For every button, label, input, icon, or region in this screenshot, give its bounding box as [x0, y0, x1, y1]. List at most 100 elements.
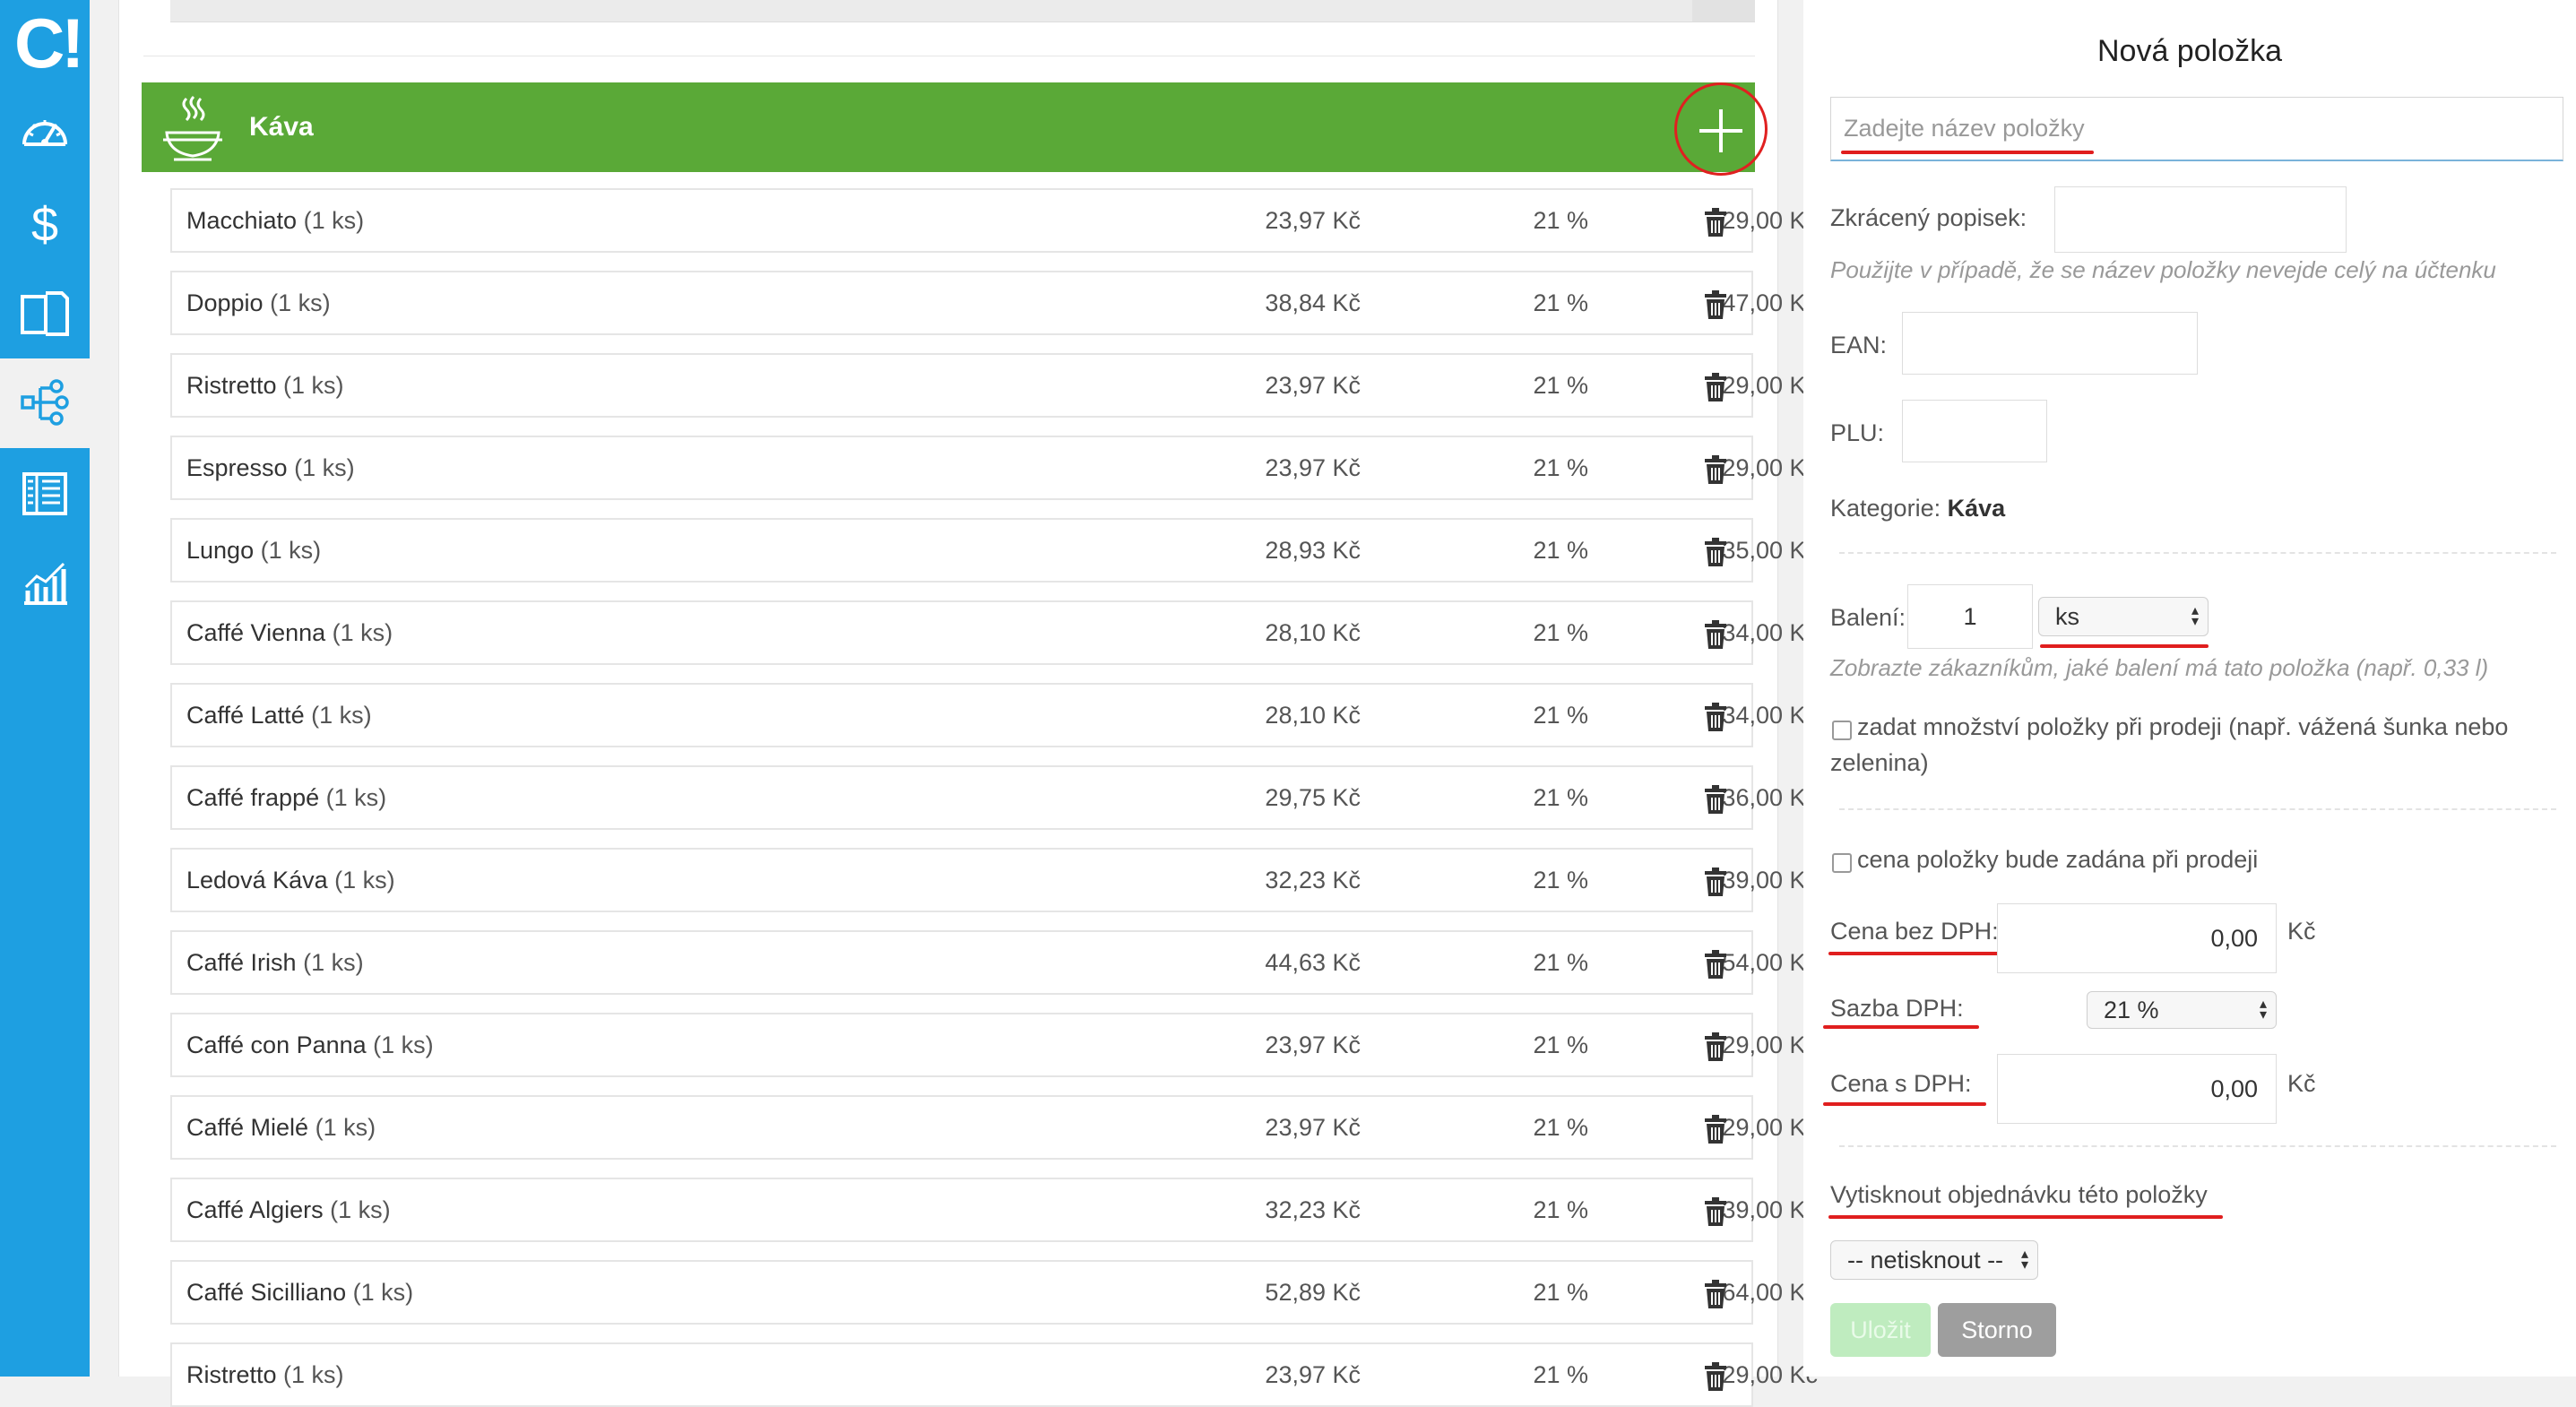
item-row[interactable]: Caffé Irish (1 ks) 44,63 Kč 21 % 54,00 Kč	[170, 930, 1818, 995]
short-description-input[interactable]	[2054, 186, 2347, 253]
app-logo[interactable]: C!	[14, 7, 84, 79]
trash-icon[interactable]	[1703, 1032, 1728, 1061]
plu-input[interactable]	[1902, 400, 2047, 462]
trash-icon[interactable]	[1703, 208, 1728, 237]
package-amount-input[interactable]	[1907, 584, 2033, 649]
annotation-circle	[1674, 82, 1768, 176]
item-row[interactable]: Ledová Káva (1 ks) 32,23 Kč 21 % 39,00 Kč	[170, 848, 1818, 912]
package-unit-select[interactable]: ks ▴ ▾	[2038, 597, 2209, 636]
annotation-underline	[1823, 1025, 1979, 1029]
price-at-sale-checkbox[interactable]	[1832, 853, 1852, 873]
item-row[interactable]: Caffé Algiers (1 ks) 32,23 Kč 21 % 39,00 Kč	[170, 1178, 1818, 1242]
select-arrows-icon: ▴ ▾	[2259, 997, 2267, 1023]
trash-icon[interactable]	[1703, 868, 1728, 896]
item-row[interactable]: Caffé frappé (1 ks) 29,75 Kč 21 % 36,00 Kč	[170, 765, 1818, 830]
previous-category-header[interactable]	[170, 0, 1755, 22]
item-vat-rate: 21 %	[1533, 867, 1588, 893]
item-name-text: Ledová Káva	[186, 867, 328, 893]
section-divider	[1839, 1145, 2556, 1147]
nav-dashboard[interactable]	[0, 90, 90, 179]
item-row[interactable]: Caffé Vienna (1 ks) 28,10 Kč 21 % 34,00 Kč	[170, 600, 1818, 665]
item-name-text: Macchiato	[186, 207, 298, 234]
trash-icon[interactable]	[1703, 373, 1728, 401]
trash-icon[interactable]	[1703, 703, 1728, 731]
select-arrows-icon: ▴ ▾	[2020, 1247, 2028, 1273]
enter-quantity-checkbox[interactable]	[1832, 721, 1852, 740]
item-vat-rate: 21 %	[1533, 1361, 1588, 1388]
statistics-icon	[24, 562, 67, 605]
item-price-with-vat: 29,00 Kč	[1722, 1032, 1818, 1058]
item-row[interactable]: Lungo (1 ks) 28,93 Kč 21 % 35,00 Kč	[170, 518, 1818, 583]
trash-icon[interactable]	[1703, 950, 1728, 979]
annotation-underline	[1828, 952, 2001, 955]
item-price-with-vat: 64,00 Kč	[1722, 1279, 1818, 1306]
item-price-with-vat: 34,00 Kč	[1722, 619, 1818, 646]
price-with-vat-input[interactable]	[1997, 1054, 2277, 1124]
trash-icon[interactable]	[1703, 1115, 1728, 1144]
price-without-vat-input[interactable]	[1997, 903, 2277, 973]
cancel-button[interactable]: Storno	[1938, 1303, 2056, 1357]
nav-categories[interactable]	[0, 358, 90, 448]
trash-icon[interactable]	[1703, 1197, 1728, 1226]
item-name-text: Ristretto	[186, 1361, 277, 1388]
item-row[interactable]: Macchiato (1 ks) 23,97 Kč 21 % 29,00 Kč	[170, 188, 1818, 253]
ean-input[interactable]	[1902, 312, 2198, 375]
nav-documents[interactable]	[0, 269, 90, 358]
item-row[interactable]: Doppio (1 ks) 38,84 Kč 21 % 47,00 Kč	[170, 271, 1818, 335]
save-button[interactable]: Uložit	[1830, 1303, 1931, 1357]
trash-icon[interactable]	[1703, 1280, 1728, 1308]
previous-category-add-area[interactable]	[1692, 0, 1755, 22]
annotation-underline	[1841, 151, 2094, 154]
ean-label: EAN:	[1830, 332, 1888, 358]
nav-ledger[interactable]	[0, 448, 90, 538]
item-price-with-vat: 35,00 Kč	[1722, 537, 1818, 564]
item-row[interactable]: Caffé Latté (1 ks) 28,10 Kč 21 % 34,00 Kč	[170, 683, 1818, 747]
item-unit: (1 ks)	[352, 1279, 414, 1306]
item-unit: (1 ks)	[373, 1032, 434, 1058]
trash-icon[interactable]	[1703, 455, 1728, 484]
item-name: Macchiato (1 ks)	[186, 190, 364, 251]
nav-sales[interactable]: $	[0, 179, 90, 269]
item-name-text: Caffé frappé	[186, 784, 320, 811]
item-price-without-vat: 28,10 Kč	[1265, 619, 1361, 646]
item-unit: (1 ks)	[283, 372, 344, 399]
trash-icon[interactable]	[1703, 290, 1728, 319]
price-at-sale-label: cena položky bude zadána při prodeji	[1857, 846, 2259, 873]
form-title: Nová položka	[2096, 34, 2282, 68]
item-price-without-vat: 32,23 Kč	[1265, 867, 1361, 893]
item-name: Lungo (1 ks)	[186, 520, 321, 581]
trash-icon[interactable]	[1703, 620, 1728, 649]
print-order-select[interactable]: -- netisknout -- ▴ ▾	[1830, 1240, 2038, 1280]
enter-quantity-label: zadat množství položky při prodeji (např…	[1857, 713, 2509, 740]
new-item-form: Nová položka Zkrácený popisek: Použijte …	[1803, 0, 2576, 1377]
item-vat-rate: 21 %	[1533, 537, 1588, 564]
item-name: Caffé frappé (1 ks)	[186, 767, 386, 828]
item-unit: (1 ks)	[303, 207, 365, 234]
item-name: Caffé Vienna (1 ks)	[186, 602, 393, 663]
vat-rate-value: 21 %	[2104, 996, 2159, 1023]
item-price-with-vat: 29,00 Kč	[1722, 1114, 1818, 1141]
vat-rate-select[interactable]: 21 % ▴ ▾	[2087, 991, 2277, 1029]
item-name: Caffé Algiers (1 ks)	[186, 1179, 391, 1240]
trash-icon[interactable]	[1703, 538, 1728, 566]
item-row[interactable]: Caffé Sicilliano (1 ks) 52,89 Kč 21 % 64,00…	[170, 1260, 1818, 1325]
item-name: Caffé Mielé (1 ks)	[186, 1097, 376, 1158]
annotation-underline	[2040, 644, 2209, 648]
item-name-text: Caffé Latté	[186, 702, 305, 729]
item-name: Caffé Latté (1 ks)	[186, 685, 372, 746]
item-row[interactable]: Espresso (1 ks) 23,97 Kč 21 % 29,00 Kč	[170, 436, 1818, 500]
item-vat-rate: 21 %	[1533, 1279, 1588, 1306]
item-unit: (1 ks)	[311, 702, 372, 729]
item-price-without-vat: 23,97 Kč	[1265, 372, 1361, 399]
category-header[interactable]: Káva	[142, 82, 1755, 172]
nav-statistics[interactable]	[0, 538, 90, 627]
trash-icon[interactable]	[1703, 1362, 1728, 1391]
item-row[interactable]: Ristretto (1 ks) 23,97 Kč 21 % 29,00 Kč	[170, 1342, 1818, 1407]
select-arrows-icon: ▴ ▾	[2191, 603, 2199, 629]
item-row[interactable]: Ristretto (1 ks) 23,97 Kč 21 % 29,00 Kč	[170, 353, 1818, 418]
item-row[interactable]: Caffé con Panna (1 ks) 23,97 Kč 21 % 29,00 …	[170, 1013, 1818, 1077]
trash-icon[interactable]	[1703, 785, 1728, 814]
steaming-cup-icon	[163, 95, 222, 161]
item-row[interactable]: Caffé Mielé (1 ks) 23,97 Kč 21 % 29,00 Kč	[170, 1095, 1818, 1160]
package-hint: Zobrazte zákazníkům, jaké balení má tato…	[1830, 654, 2489, 681]
